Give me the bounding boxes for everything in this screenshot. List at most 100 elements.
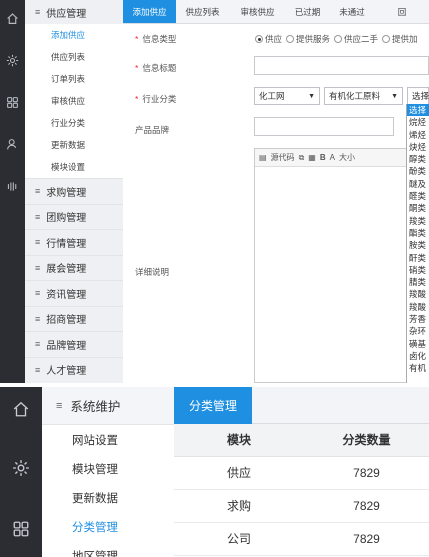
radio-processing[interactable]: 提供加 — [382, 33, 418, 45]
cell-count: 7829 — [304, 489, 429, 523]
submenu: 添加供应 供应列表 订单列表 审核供应 行业分类 更新数据 模块设置 — [25, 24, 123, 178]
category-select-3[interactable]: 选择 — [407, 87, 429, 105]
table-row: 公司 7829 — [174, 522, 429, 556]
list-icon: ≡ — [35, 339, 41, 350]
cell-count: 7829 — [304, 522, 429, 556]
menu-item-industry-category[interactable]: 行业分类 — [25, 112, 123, 134]
label-info-type: * 信息类型 — [135, 34, 177, 44]
tab-review-supply[interactable]: 审核供应 — [229, 0, 286, 23]
grid-icon[interactable] — [0, 514, 42, 544]
dropdown-option[interactable]: 羧酸 — [407, 301, 429, 313]
menu-group-brand[interactable]: ≡ 品牌管理 — [25, 331, 123, 357]
menu-group-investment[interactable]: ≡ 招商管理 — [25, 305, 123, 332]
menu-item-module-settings[interactable]: 模块设置 — [25, 156, 123, 178]
dropdown-option[interactable]: 芳香 — [407, 313, 429, 325]
dropdown-option[interactable]: 酚类 — [407, 165, 429, 177]
list-icon: ≡ — [56, 399, 63, 412]
icon-rail — [0, 0, 25, 383]
list-icon: ≡ — [35, 211, 41, 222]
label-product-brand: 产品品牌 — [135, 125, 170, 135]
side-menu: ≡ 供应管理 添加供应 供应列表 订单列表 审核供应 行业分类 更新数据 模块设置… — [25, 0, 123, 383]
dropdown-option[interactable]: 醛类 — [407, 190, 429, 202]
cell-module: 公司 — [174, 522, 304, 556]
menu-item-site-settings[interactable]: 网站设置 — [42, 425, 174, 454]
dropdown-option[interactable]: 有机 — [407, 362, 429, 374]
tab-add-supply[interactable]: 添加供应 — [123, 0, 176, 23]
tab-recycle[interactable]: 回 — [375, 0, 429, 23]
tab-rejected[interactable]: 未通过 — [329, 0, 375, 23]
copy-icon[interactable]: ⧉ — [299, 153, 305, 163]
menu-group-quotes[interactable]: ≡ 行情管理 — [25, 229, 123, 255]
radio-second-hand[interactable]: 供应二手 — [334, 33, 378, 45]
list-icon: ≡ — [35, 237, 41, 248]
dropdown-option[interactable]: 醚及 — [407, 178, 429, 190]
label-info-title: * 信息标题 — [135, 63, 177, 73]
menu-item-region-management[interactable]: 地区管理 — [42, 541, 174, 557]
editor-toolbar: ▤ 源代码 ⧉ ▦ B A 大小 — [255, 149, 428, 167]
category-select-2[interactable]: 有机化工原料 ▼ — [324, 87, 403, 105]
menu-group-purchase[interactable]: ≡ 求购管理 — [25, 178, 123, 204]
menu-item-review-supply[interactable]: 审核供应 — [25, 90, 123, 112]
cell-module: 求购 — [174, 489, 304, 523]
menu-title[interactable]: ≡ 系统维护 — [42, 387, 174, 425]
menu-item-add-supply[interactable]: 添加供应 — [25, 24, 123, 46]
dropdown-option[interactable]: 腈类 — [407, 276, 429, 288]
menu-item-update-data[interactable]: 更新数据 — [25, 134, 123, 156]
category-select-1[interactable]: 化工网 ▼ — [254, 87, 320, 105]
font-size-button[interactable]: 大小 — [339, 152, 355, 163]
font-color-icon[interactable]: A — [330, 153, 335, 162]
gear-icon[interactable] — [0, 50, 25, 70]
dropdown-option[interactable]: 醇类 — [407, 153, 429, 165]
menu-item-supply-list[interactable]: 供应列表 — [25, 46, 123, 68]
dropdown-option[interactable]: 烷烃 — [407, 116, 429, 128]
home-icon[interactable] — [0, 8, 25, 28]
dropdown-option[interactable]: 胺类 — [407, 239, 429, 251]
category-dropdown-list: 选择 烷烃 烯烃 炔烃 醇类 酚类 醚及 醛类 酮类 羧类 酯类 胺类 酐类 硝… — [406, 104, 429, 383]
home-icon[interactable] — [0, 394, 42, 424]
bars-icon[interactable] — [0, 176, 25, 196]
menu-item-order-list[interactable]: 订单列表 — [25, 68, 123, 90]
content-area: 添加供应 供应列表 审核供应 已过期 未通过 回 * 信息类型 供应 提供服务 供… — [123, 0, 429, 383]
menu-item-module-management[interactable]: 模块管理 — [42, 454, 174, 483]
dropdown-option[interactable]: 卤化 — [407, 350, 429, 362]
table-row: 供应 7829 — [174, 456, 429, 490]
menu-item-category-management[interactable]: 分类管理 — [42, 512, 174, 541]
dropdown-option[interactable]: 硝类 — [407, 264, 429, 276]
source-code-button[interactable]: 源代码 — [271, 152, 295, 163]
dropdown-option[interactable]: 烯烃 — [407, 129, 429, 141]
menu-group-groupbuy[interactable]: ≡ 团购管理 — [25, 203, 123, 230]
dropdown-option[interactable]: 羧酸 — [407, 288, 429, 300]
grid-icon[interactable] — [0, 92, 25, 112]
dropdown-option[interactable]: 选择 — [407, 104, 429, 117]
rich-text-editor[interactable]: ▤ 源代码 ⧉ ▦ B A 大小 — [254, 148, 429, 383]
title-input[interactable] — [254, 56, 429, 75]
cell-module: 供应 — [174, 456, 304, 490]
tab-supply-list[interactable]: 供应列表 — [176, 0, 229, 23]
menu-title[interactable]: ≡ 供应管理 — [25, 0, 123, 24]
tab-category-management[interactable]: 分类管理 — [174, 387, 253, 424]
dropdown-option[interactable]: 杂环 — [407, 325, 429, 337]
source-code-icon[interactable]: ▤ — [259, 153, 267, 162]
brand-input[interactable] — [254, 117, 394, 136]
menu-group-news[interactable]: ≡ 资讯管理 — [25, 280, 123, 306]
bold-button[interactable]: B — [320, 153, 326, 162]
dropdown-option[interactable]: 酐类 — [407, 252, 429, 264]
paste-icon[interactable]: ▦ — [308, 153, 316, 162]
dropdown-option[interactable]: 炔烃 — [407, 141, 429, 153]
menu-group-talent[interactable]: ≡ 人才管理 — [25, 356, 123, 383]
radio-service[interactable]: 提供服务 — [286, 33, 330, 45]
dropdown-option[interactable]: 酯类 — [407, 227, 429, 239]
radio-supply[interactable]: 供应 — [255, 33, 282, 45]
list-icon: ≡ — [35, 364, 41, 375]
dropdown-option[interactable]: 羧类 — [407, 215, 429, 227]
caret-down-icon: ▼ — [391, 92, 398, 100]
gear-icon[interactable] — [0, 453, 42, 483]
menu-group-exhibition[interactable]: ≡ 展会管理 — [25, 254, 123, 281]
tab-bar: 分类管理 — [174, 387, 429, 424]
user-icon[interactable] — [0, 134, 25, 154]
dropdown-option[interactable]: 酮类 — [407, 202, 429, 214]
column-header-module: 模块 — [174, 424, 304, 457]
tab-expired[interactable]: 已过期 — [286, 0, 329, 23]
dropdown-option[interactable]: 磺基 — [407, 338, 429, 350]
menu-item-update-data[interactable]: 更新数据 — [42, 483, 174, 512]
